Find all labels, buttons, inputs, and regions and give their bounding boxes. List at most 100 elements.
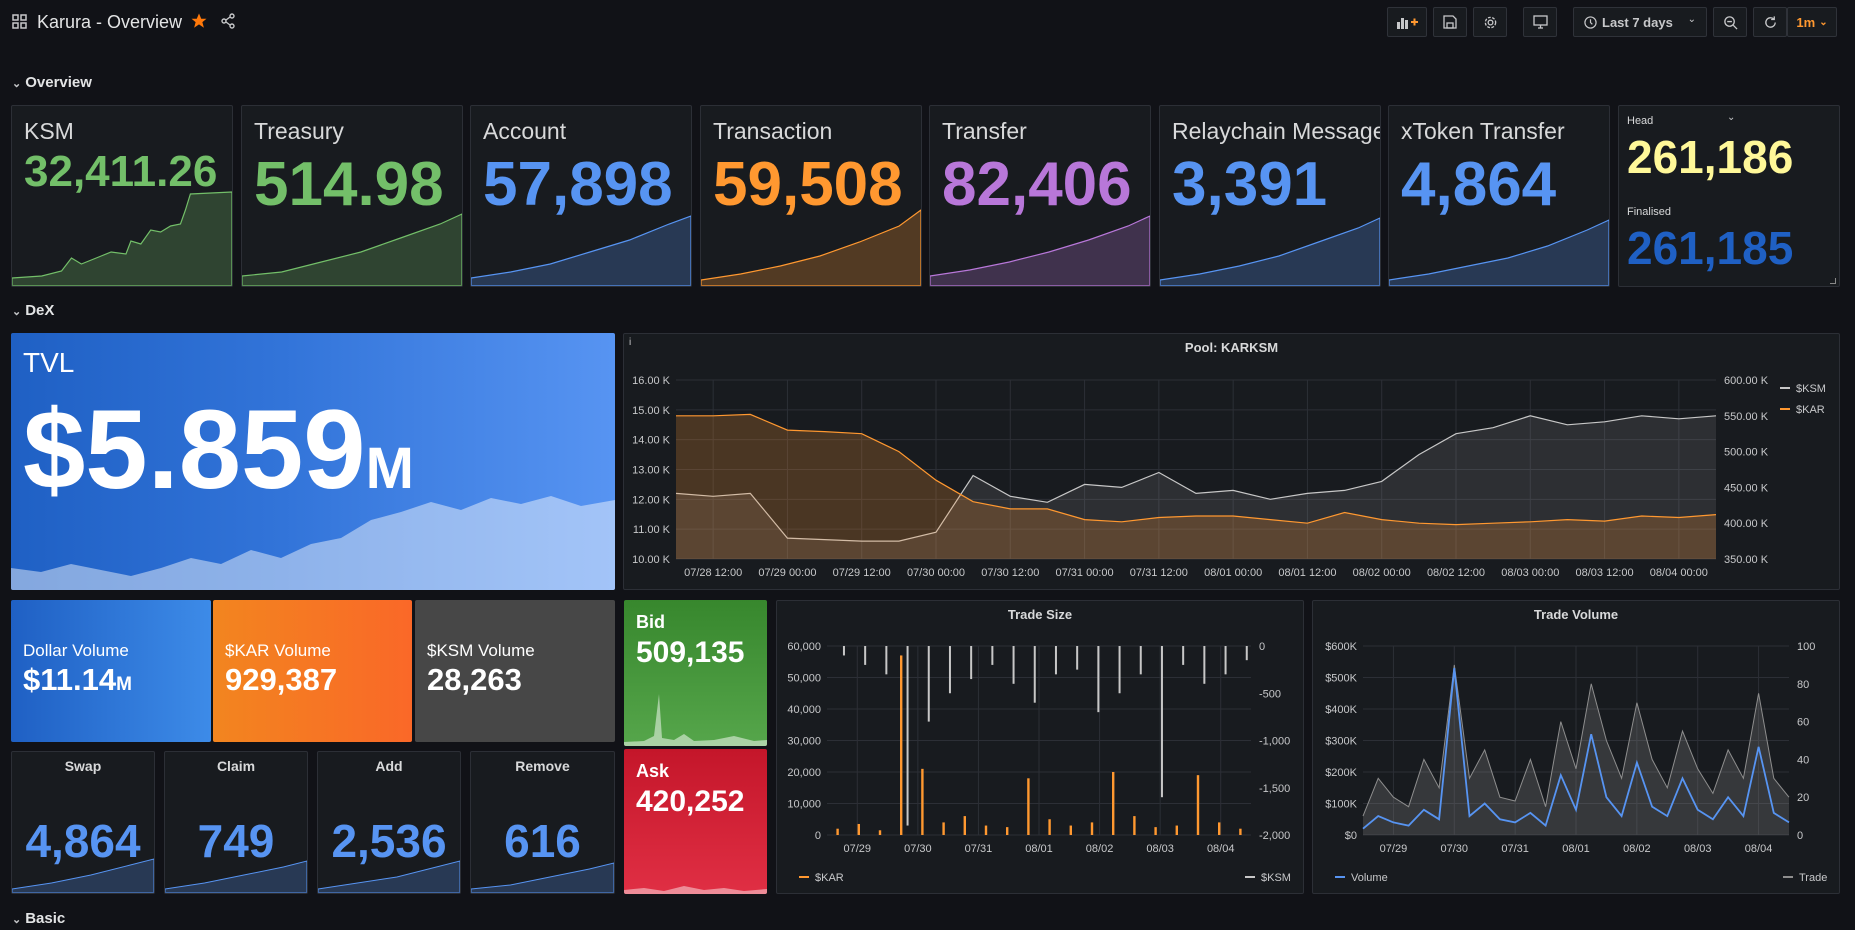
y-left-tick-label: $600K <box>1325 641 1357 653</box>
save-dashboard-button[interactable] <box>1433 7 1467 37</box>
y-right-tick-label: -1,000 <box>1259 736 1290 748</box>
x-tick-label: 07/30 00:00 <box>907 567 965 579</box>
panel-title: Ask <box>636 761 670 781</box>
stat-panel-transaction[interactable]: Transaction 59,508 <box>700 105 922 287</box>
y-right-tick-label: -500 <box>1259 688 1281 700</box>
refresh-interval-picker[interactable]: 1m ⌄ <box>1787 7 1837 37</box>
stat-panel-transfer[interactable]: Transfer 82,406 <box>929 105 1151 287</box>
row-header-overview[interactable]: ⌄ Overview <box>12 74 92 91</box>
ksm-bar <box>1097 646 1100 713</box>
y-left-tick-label: 60,000 <box>787 641 821 653</box>
share-icon[interactable] <box>220 13 236 34</box>
sparkline <box>318 860 460 893</box>
kar-bar <box>1239 828 1242 835</box>
stat-value: 420,252 <box>636 785 745 818</box>
row-header-dex[interactable]: ⌄ DeX <box>12 302 54 319</box>
stat-panel-ask[interactable]: Ask 420,252 <box>624 749 767 894</box>
y-left-tick-label: 10.00 K <box>632 554 671 566</box>
panel-title: Add <box>375 758 403 774</box>
stat-value: 28,263 <box>427 662 522 697</box>
stat-panel-swap[interactable]: Swap 4,864 <box>11 751 155 894</box>
star-icon[interactable] <box>190 12 208 35</box>
settings-button[interactable] <box>1473 7 1507 37</box>
sparkline <box>701 209 921 286</box>
panel-title: Account <box>483 118 567 144</box>
finalised-label: Finalised <box>1627 206 1672 218</box>
stat-panel-tvl[interactable]: TVL $5.859M <box>11 333 615 590</box>
dashboard-title[interactable]: Karura - Overview <box>37 12 182 33</box>
resize-handle-icon[interactable] <box>1830 278 1836 284</box>
y-right-tick-label: 20 <box>1797 792 1809 804</box>
stat-panel-add[interactable]: Add 2,536 <box>317 751 461 894</box>
x-tick-label: 08/02 00:00 <box>1353 567 1411 579</box>
refresh-button[interactable] <box>1753 7 1787 37</box>
time-picker-button[interactable]: Last 7 days ⌄ <box>1573 7 1707 37</box>
ksm-bar <box>1224 646 1227 675</box>
stat-panel-head[interactable]: Head ⌄ 261,186 Finalised 261,185 <box>1618 105 1840 287</box>
stat-panel-ksm-volume[interactable]: $KSM Volume 28,263 <box>415 600 615 742</box>
x-tick-label: 08/02 <box>1086 843 1114 855</box>
ksm-bar <box>842 646 845 656</box>
y-right-tick-label: 80 <box>1797 679 1809 691</box>
y-left-tick-label: 50,000 <box>787 673 821 685</box>
sparkline <box>11 496 615 590</box>
save-icon <box>1443 15 1457 29</box>
sparkline <box>165 860 307 893</box>
sparkline <box>471 862 614 893</box>
row-title: Basic <box>25 910 66 927</box>
stat-panel-claim[interactable]: Claim 749 <box>164 751 308 894</box>
zoom-out-button[interactable] <box>1713 7 1747 37</box>
x-tick-label: 08/03 <box>1146 843 1174 855</box>
stat-panel-bid[interactable]: Bid 509,135 <box>624 600 767 746</box>
stat-panel-kar-volume[interactable]: $KAR Volume 929,387 <box>213 600 412 742</box>
panel-title: Remove <box>515 758 570 774</box>
stat-panel-remove[interactable]: Remove 616 <box>470 751 615 894</box>
kar-bar <box>1006 827 1009 835</box>
stat-panel-dollar-volume[interactable]: Dollar Volume $11.14M <box>11 600 211 742</box>
chart-panel-trade-volume[interactable]: Trade Volume $600K $500K $400K $300K $200K $1… <box>1312 600 1840 894</box>
chevron-down-icon[interactable]: ⌄ <box>1727 112 1735 123</box>
row-header-basic[interactable]: ⌄ Basic <box>12 910 65 927</box>
cycle-view-mode-button[interactable] <box>1523 7 1557 37</box>
x-tick-label: 07/29 <box>844 843 872 855</box>
sparkline <box>1160 217 1380 286</box>
stat-value: 509,135 <box>636 636 745 669</box>
y-left-tick-label: 15.00 K <box>632 405 671 417</box>
y-right-tick-label: 500.00 K <box>1724 447 1769 459</box>
y-right-tick-label: 0 <box>1259 641 1265 653</box>
x-tick-label: 08/03 <box>1684 843 1712 855</box>
chevron-down-icon: ⌄ <box>1819 16 1828 28</box>
x-tick-label: 08/01 00:00 <box>1204 567 1262 579</box>
x-tick-label: 08/03 12:00 <box>1576 567 1634 579</box>
legend-label: Trade <box>1799 872 1827 884</box>
finalised-value: 261,185 <box>1627 222 1794 274</box>
x-tick-label: 08/03 00:00 <box>1501 567 1559 579</box>
legend-label: $KSM <box>1261 872 1291 884</box>
legend-label: $KSM <box>1796 383 1826 395</box>
panel-title: Treasury <box>254 118 344 144</box>
kar-bar <box>1048 819 1051 835</box>
stat-panel-relaychain-message[interactable]: Relaychain Message 3,391 <box>1159 105 1381 287</box>
kar-bar <box>900 655 903 835</box>
panel-title: Transfer <box>942 118 1027 144</box>
y-left-tick-label: 12.00 K <box>632 494 671 506</box>
ksm-bar <box>1139 646 1142 675</box>
stat-panel-ksm[interactable]: KSM 32,411.26 <box>11 105 233 287</box>
x-tick-label: 08/04 <box>1207 843 1235 855</box>
chart-panel-trade-size[interactable]: Trade Size 60,000 50,000 40,000 30,000 20,00… <box>776 600 1304 894</box>
stat-panel-treasury[interactable]: Treasury 514.98 <box>241 105 463 287</box>
y-right-tick-label: 100 <box>1797 641 1815 653</box>
panel-title: $KSM Volume <box>427 641 535 660</box>
value-number: $11.14 <box>23 662 117 697</box>
y-left-tick-label: 40,000 <box>787 704 821 716</box>
trade-volume-chart: $600K $500K $400K $300K $200K $100K $0 100 80 60 4… <box>1325 641 1827 884</box>
time-range-label: Last 7 days <box>1602 14 1673 30</box>
dashboards-grid-icon[interactable] <box>12 14 27 34</box>
stat-panel-xtoken-transfer[interactable]: xToken Transfer 4,864 <box>1388 105 1610 287</box>
kar-bar <box>857 823 860 835</box>
kar-bar <box>963 816 966 835</box>
chart-panel-pool-karksm[interactable]: i Pool: KARKSM 16.00 K 15.00 K 14.00 K 13.0… <box>623 333 1840 590</box>
add-panel-button[interactable] <box>1387 7 1427 37</box>
stat-panel-account[interactable]: Account 57,898 <box>470 105 692 287</box>
y-left-tick-label: $200K <box>1325 767 1357 779</box>
